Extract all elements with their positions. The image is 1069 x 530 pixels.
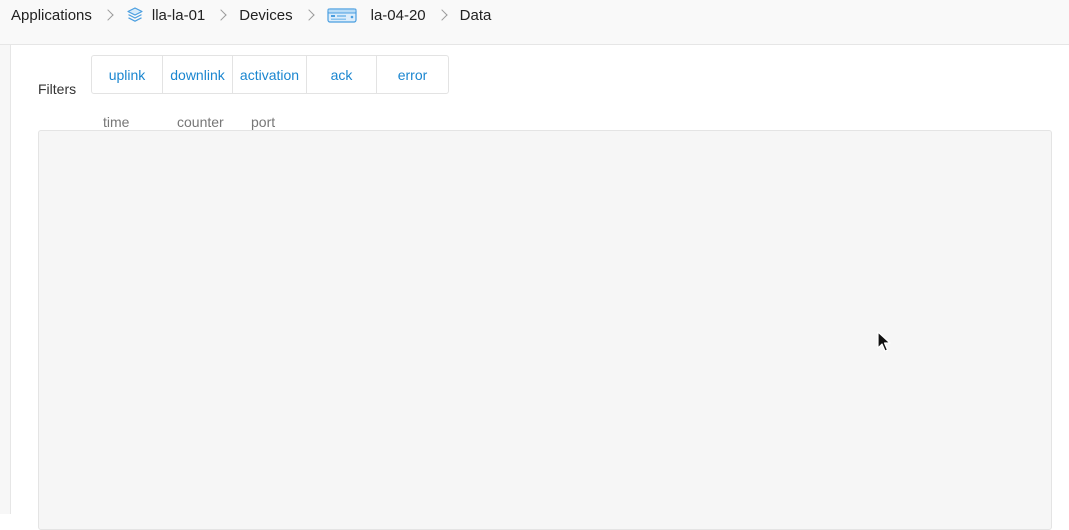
- breadcrumb-devices-label[interactable]: Devices: [239, 7, 292, 24]
- breadcrumb-current: Data: [460, 7, 492, 24]
- top-bar: Applications lla-la-01 Devices la-04-20 …: [0, 0, 1069, 45]
- chevron-right-icon: [302, 9, 315, 21]
- filter-uplink-button[interactable]: uplink: [92, 56, 163, 93]
- breadcrumb-applications[interactable]: Applications: [11, 7, 92, 24]
- layers-icon: [126, 6, 144, 24]
- column-header-counter: counter: [177, 114, 224, 130]
- filter-error-button[interactable]: error: [377, 56, 448, 93]
- device-icon: [327, 6, 357, 24]
- breadcrumb-applications-label[interactable]: Applications: [11, 7, 92, 24]
- breadcrumb-device[interactable]: la-04-20: [327, 6, 426, 24]
- mouse-cursor-icon: [877, 331, 891, 358]
- filter-downlink-button[interactable]: downlink: [163, 56, 233, 93]
- column-header-port: port: [251, 114, 276, 130]
- filter-ack-button[interactable]: ack: [307, 56, 377, 93]
- chevron-right-icon: [435, 9, 448, 21]
- left-gutter: [0, 45, 11, 514]
- breadcrumb-device-label[interactable]: la-04-20: [371, 7, 426, 24]
- filter-button-group: uplink downlink activation ack error: [91, 55, 449, 94]
- chevron-right-icon: [215, 9, 227, 21]
- filter-activation-button[interactable]: activation: [233, 56, 307, 93]
- column-header-time: time: [103, 114, 130, 130]
- breadcrumb-application[interactable]: lla-la-01: [126, 6, 205, 24]
- filters-label: Filters: [38, 81, 77, 97]
- breadcrumb-current-label: Data: [459, 6, 492, 24]
- chevron-right-icon: [102, 9, 114, 21]
- breadcrumb-devices[interactable]: Devices: [239, 7, 292, 24]
- data-panel[interactable]: [38, 130, 1052, 530]
- breadcrumb-application-label[interactable]: lla-la-01: [152, 7, 205, 24]
- breadcrumb: Applications lla-la-01 Devices la-04-20 …: [11, 0, 491, 30]
